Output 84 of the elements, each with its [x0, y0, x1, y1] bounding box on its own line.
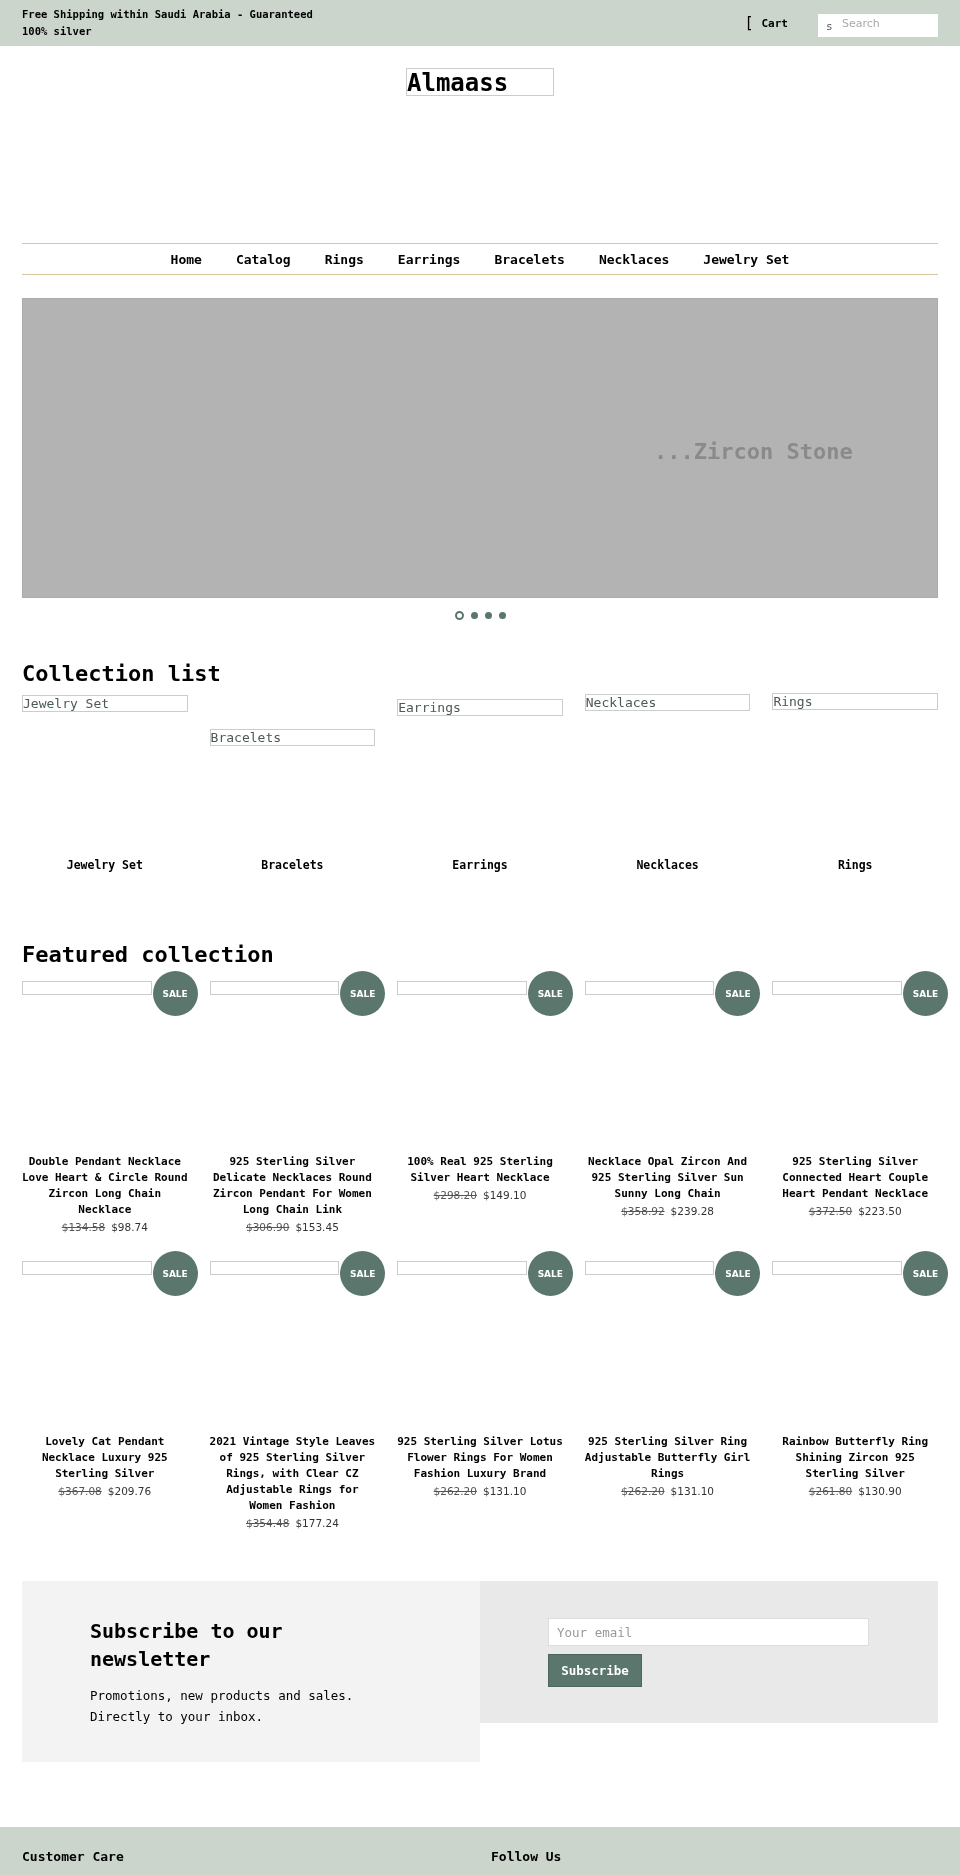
sale-price: $209.76 — [107, 1485, 152, 1497]
nav-link[interactable]: Bracelets — [494, 251, 565, 267]
collection-link[interactable]: Earrings — [452, 858, 508, 872]
newsletter-title: Subscribe to our newsletter — [90, 1618, 284, 1673]
section-title: Collection list — [22, 661, 222, 686]
collection-image[interactable]: Rings — [772, 693, 938, 710]
collection-link[interactable]: Necklaces — [636, 858, 699, 872]
sale-badge: SALE — [152, 1251, 198, 1296]
sale-price: $149.10 — [483, 1189, 527, 1201]
cart-icon: [ — [744, 14, 754, 32]
product-image[interactable] — [584, 981, 715, 995]
compare-price: $306.90 — [245, 1221, 290, 1233]
slide-dot[interactable] — [484, 612, 492, 619]
product-image[interactable] — [584, 1261, 715, 1275]
sale-badge: SALE — [152, 971, 198, 1016]
collection-link[interactable]: Bracelets — [261, 858, 324, 872]
nav-link[interactable]: Rings — [324, 251, 364, 267]
slide-dot[interactable] — [498, 612, 506, 619]
sale-badge: SALE — [903, 971, 948, 1016]
product-title[interactable]: 925 Sterling Silver Lotus Flower Rings For Women Fashion Luxury Brand — [397, 1434, 563, 1482]
product-title[interactable]: Necklace Opal Zircon And 925 Sterling Silver Sun Sunny Long Chain — [584, 1154, 751, 1202]
nav-link[interactable]: Home — [170, 251, 202, 267]
nav-link[interactable]: Jewelry Set — [703, 251, 790, 267]
nav-link[interactable]: Catalog — [235, 251, 291, 267]
collection-link[interactable]: Jewelry Set — [66, 858, 143, 872]
product-title[interactable]: Rainbow Butterfly Ring Shining Zircon 925 Sterling Silver — [772, 1434, 938, 1482]
announcement-text: Free Shipping within Saudi Arabia - Guaranteed 100% silver — [22, 7, 314, 39]
product-title[interactable]: 2021 Vintage Style Leaves of 925 Sterling Silver Rings, with Clear CZ Adjustable Rings for Women Fashion — [209, 1434, 376, 1514]
compare-price: $262.20 — [433, 1485, 477, 1497]
sale-price: $153.45 — [295, 1221, 339, 1233]
compare-price: $261.80 — [808, 1485, 853, 1497]
newsletter-text: Promotions, new products and sales. Directly to your inbox. — [90, 1687, 355, 1726]
sale-badge: SALE — [527, 1251, 573, 1296]
collection-link[interactable]: Rings — [837, 858, 873, 872]
sale-badge: SALE — [340, 971, 386, 1016]
sale-price: $131.10 — [670, 1485, 714, 1497]
collection-image[interactable]: Jewelry Set — [22, 695, 188, 712]
product-image[interactable] — [22, 1261, 152, 1275]
sale-price: $98.74 — [111, 1221, 148, 1233]
cart-link[interactable]: Cart — [761, 16, 788, 30]
collection-image[interactable]: Earrings — [397, 699, 563, 716]
sale-price: $130.90 — [858, 1485, 902, 1497]
compare-price: $367.08 — [58, 1485, 102, 1497]
product-image[interactable] — [209, 1261, 340, 1275]
product-title[interactable]: 925 Sterling Silver Ring Adjustable Butterfly Girl Rings — [584, 1434, 751, 1482]
sale-price: $239.28 — [670, 1205, 714, 1217]
search-icon: s — [826, 19, 833, 33]
sale-badge: SALE — [340, 1251, 386, 1296]
sale-badge: SALE — [903, 1251, 948, 1296]
nav-link[interactable]: Necklaces — [598, 251, 670, 267]
subscribe-button[interactable]: Subscribe — [548, 1654, 642, 1687]
product-image[interactable] — [209, 981, 340, 995]
compare-price: $358.92 — [621, 1205, 665, 1217]
product-title[interactable]: Double Pendant Necklace Love Heart & Circle Round Zircon Long Chain Necklace — [22, 1154, 188, 1218]
slide-dot[interactable] — [454, 611, 464, 620]
sale-price: $223.50 — [858, 1205, 902, 1217]
compare-price: $262.20 — [621, 1485, 665, 1497]
collection-image[interactable]: Bracelets — [209, 729, 376, 746]
compare-price: $134.58 — [61, 1221, 106, 1233]
product-title[interactable]: 925 Sterling Silver Delicate Necklaces Round Zircon Pendant For Women Long Chain Link — [209, 1154, 376, 1218]
nav-link[interactable]: Earrings — [397, 251, 461, 267]
sale-badge: SALE — [715, 1251, 761, 1296]
sale-badge: SALE — [527, 971, 573, 1016]
product-image[interactable] — [22, 981, 152, 995]
product-title[interactable]: Lovely Cat Pendant Necklace Luxury 925 Sterling Silver — [22, 1434, 188, 1482]
product-image[interactable] — [397, 981, 527, 995]
collection-image[interactable]: Necklaces — [584, 694, 751, 711]
sale-price: $131.10 — [483, 1485, 527, 1497]
sale-price: $177.24 — [295, 1517, 339, 1529]
section-title: Featured collection — [22, 942, 275, 967]
compare-price: $372.50 — [808, 1205, 853, 1217]
product-title[interactable]: 925 Sterling Silver Connected Heart Couple Heart Pendant Necklace — [772, 1154, 938, 1202]
product-image[interactable] — [772, 1261, 902, 1275]
footer-heading: Follow Us — [491, 1849, 563, 1866]
sale-badge: SALE — [715, 971, 761, 1016]
slide-dot[interactable] — [470, 612, 478, 619]
footer-heading: Customer Care — [22, 1849, 125, 1866]
product-image[interactable] — [397, 1261, 527, 1275]
email-field[interactable]: Your email — [548, 1618, 869, 1646]
logo-image[interactable]: Almaass — [406, 68, 554, 96]
product-title[interactable]: 100% Real 925 Sterling Silver Heart Necklace — [397, 1154, 563, 1186]
compare-price: $298.20 — [433, 1189, 477, 1201]
compare-price: $354.48 — [245, 1517, 290, 1529]
product-image[interactable] — [772, 981, 902, 995]
